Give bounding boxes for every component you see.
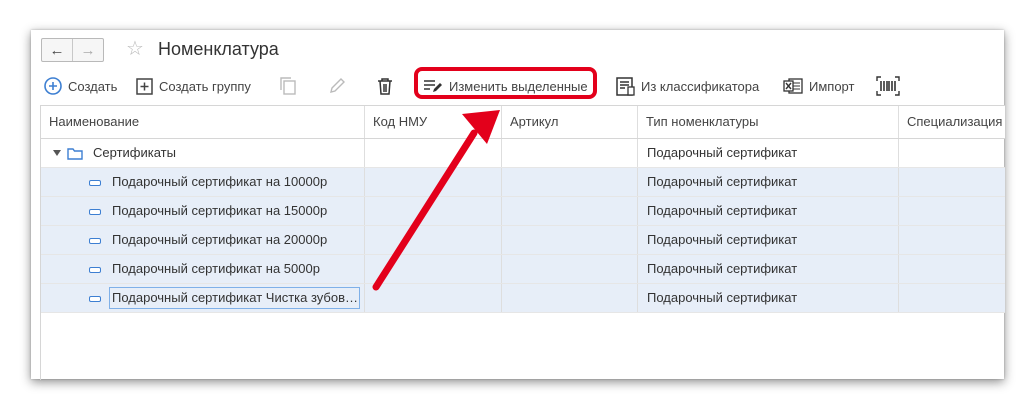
annotation-arrow [372, 110, 500, 291]
